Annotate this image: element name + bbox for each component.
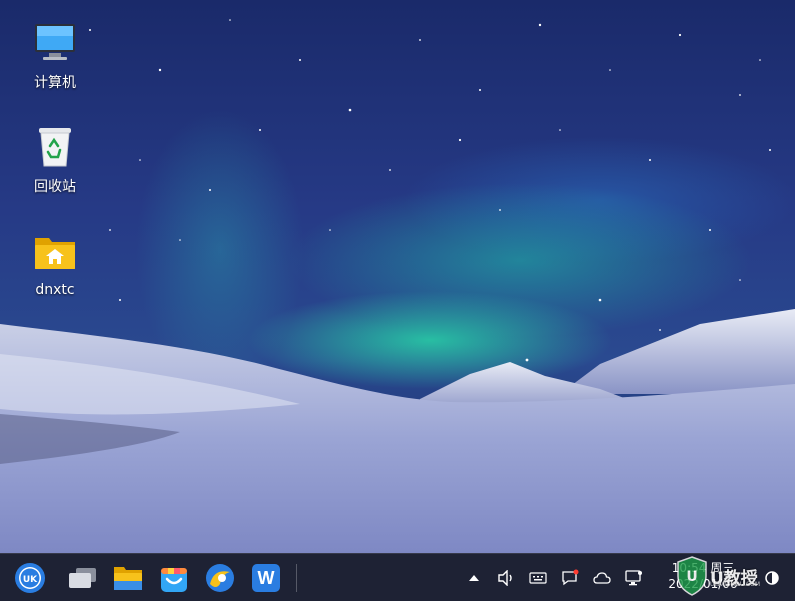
- svg-text:U: U: [686, 569, 697, 585]
- wps-icon: W: [252, 564, 280, 592]
- cloud-icon: [593, 572, 611, 584]
- trash-icon: [31, 122, 79, 170]
- computer-icon: [31, 18, 79, 66]
- network-icon: [625, 570, 642, 586]
- browser-icon: [206, 564, 234, 592]
- cloud-sync-button[interactable]: [592, 568, 612, 588]
- notification-icon: [562, 569, 579, 586]
- wps-office-button[interactable]: W: [248, 560, 284, 596]
- desktop-icon-label: 回收站: [34, 179, 76, 195]
- taskbar: UK W 周三 U U教授 UJIAOSHOU.COM: [0, 553, 795, 601]
- multitask-view-button[interactable]: [64, 560, 100, 596]
- night-mode-button[interactable]: [762, 568, 782, 588]
- desktop-icon-trash[interactable]: 回收站: [15, 122, 95, 196]
- tray-expand-button[interactable]: [464, 568, 484, 588]
- software-store-button[interactable]: [156, 560, 192, 596]
- desktop-icon-computer[interactable]: 计算机: [15, 18, 95, 92]
- night-mode-icon: [765, 571, 779, 585]
- folder-icon: [114, 567, 142, 590]
- start-menu-button[interactable]: UK: [12, 560, 48, 596]
- volume-button[interactable]: [496, 568, 516, 588]
- desktop: 计算机 回收站 dnxtc UK W 周三 U U教授 UJIAOSHOU.CO…: [0, 0, 795, 601]
- chevron-up-icon: [469, 575, 479, 581]
- desktop-icon-label: dnxtc: [35, 282, 75, 298]
- desktop-icon-home-folder[interactable]: dnxtc: [15, 228, 95, 298]
- uk-start-icon: UK: [15, 563, 45, 593]
- file-manager-button[interactable]: [110, 560, 146, 596]
- input-method-button[interactable]: [528, 568, 548, 588]
- taskbar-separator: [296, 564, 297, 592]
- snow-landscape: [0, 309, 795, 554]
- store-bag-icon: [161, 568, 187, 592]
- watermark-sub: UJIAOSHOU.COM: [710, 581, 761, 588]
- watermark: U U教授 UJIAOSHOU.COM: [676, 556, 761, 596]
- keyboard-icon: [529, 572, 547, 584]
- notification-button[interactable]: [560, 568, 580, 588]
- svg-text:UK: UK: [23, 575, 38, 585]
- volume-icon: [498, 570, 512, 586]
- network-button[interactable]: [624, 568, 644, 588]
- multitask-icon: [69, 568, 96, 588]
- desktop-icon-label: 计算机: [34, 75, 76, 91]
- browser-button[interactable]: [202, 560, 238, 596]
- home-folder-icon: [31, 228, 79, 276]
- shield-logo-icon: U: [677, 556, 707, 596]
